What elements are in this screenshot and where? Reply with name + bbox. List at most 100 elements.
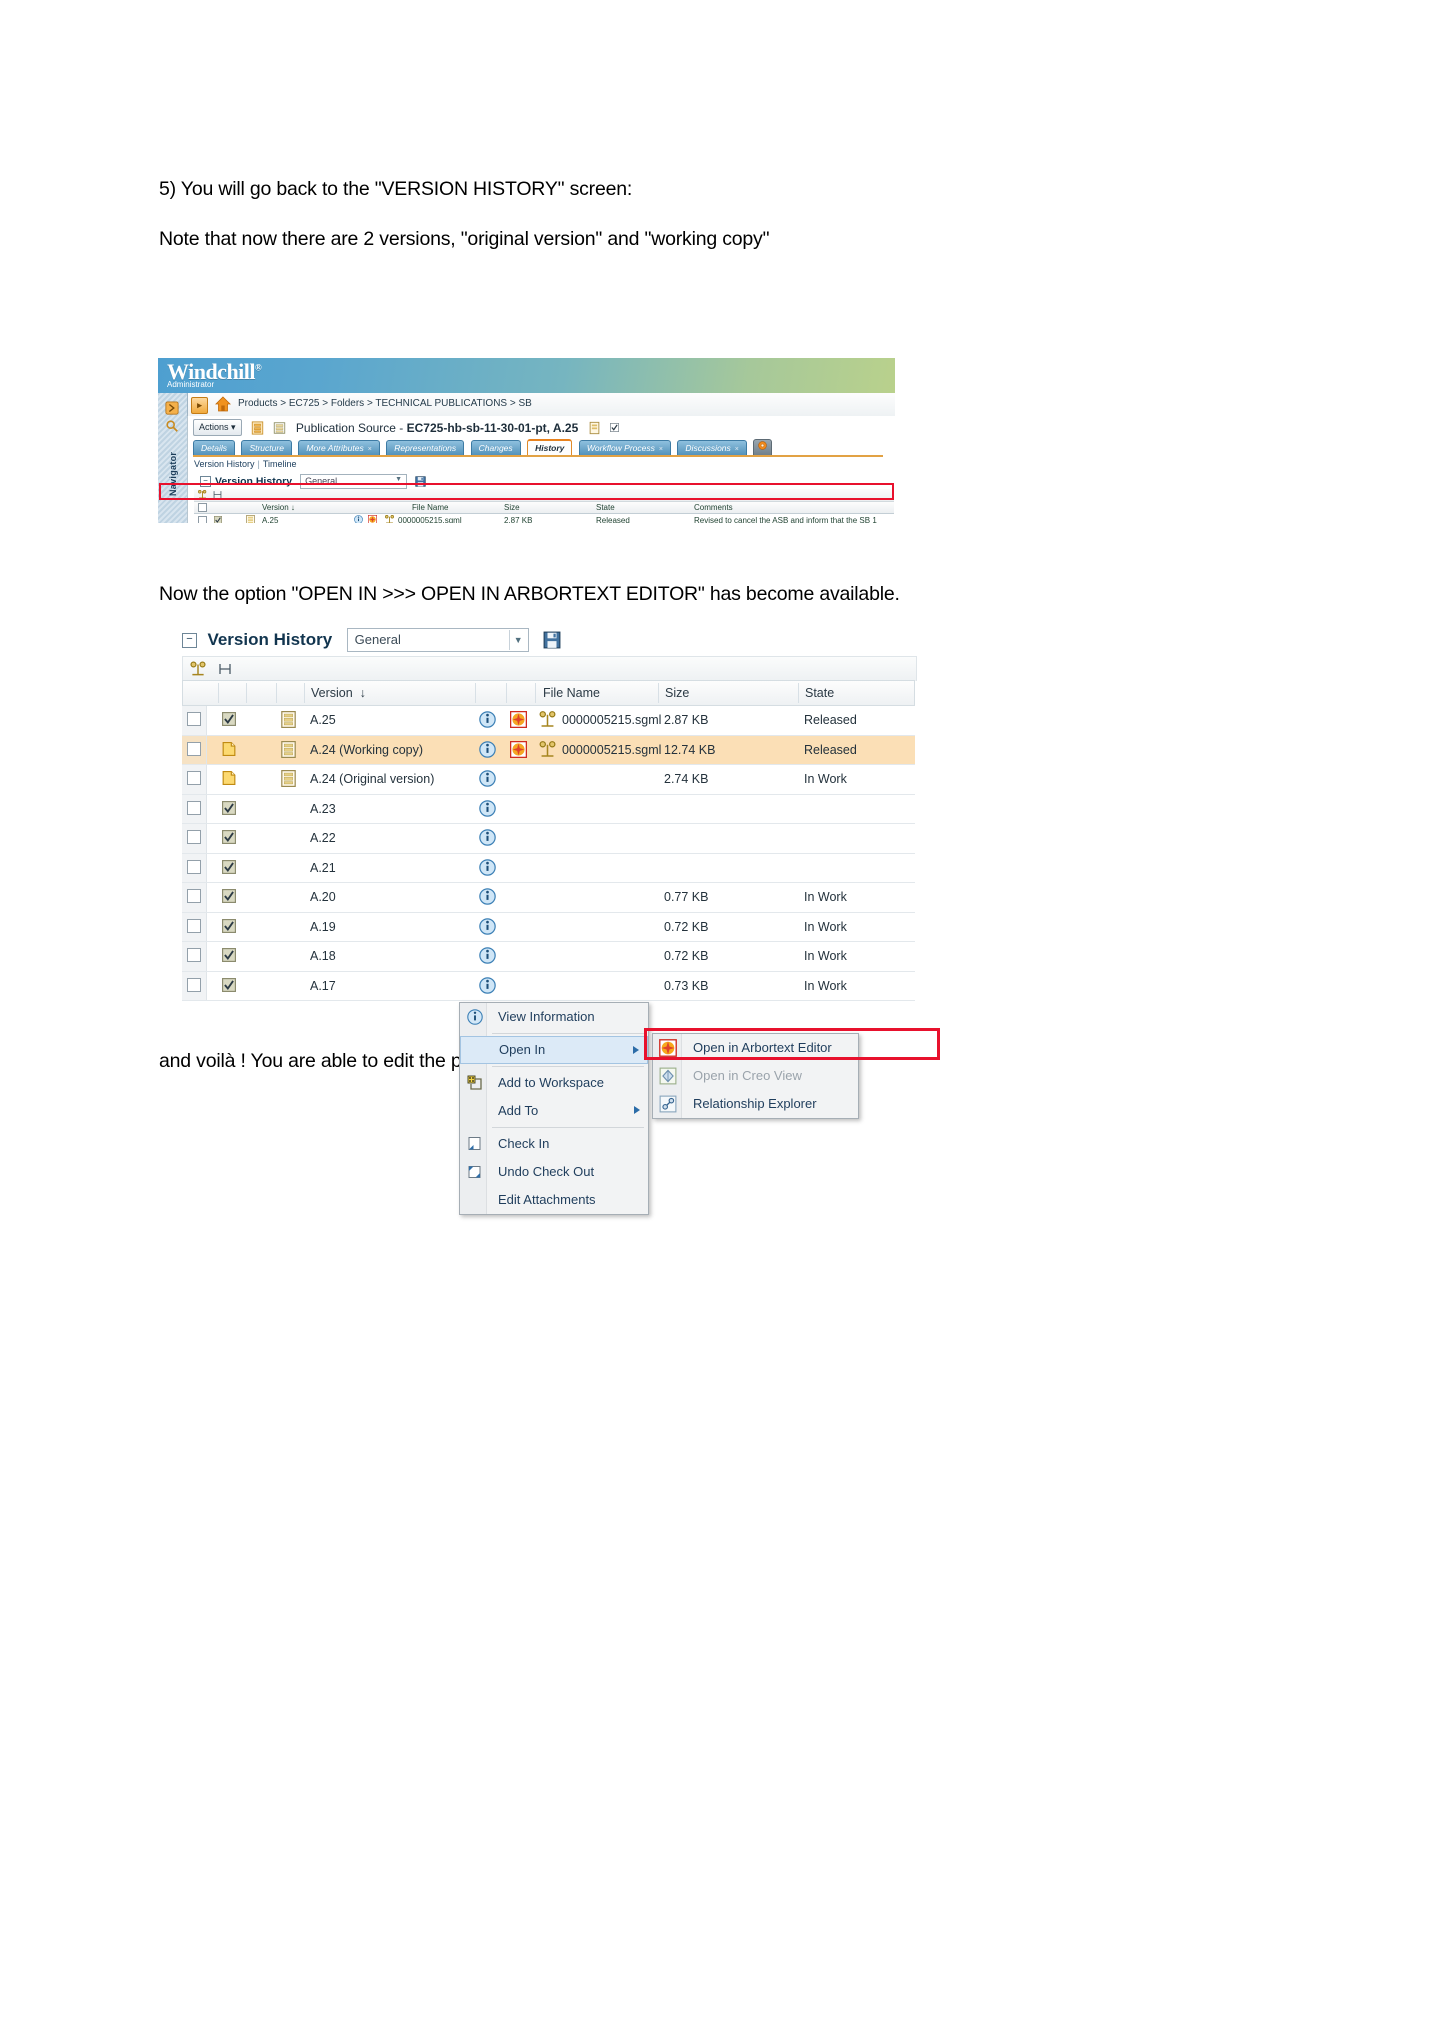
row-checkbox[interactable]: [187, 859, 201, 874]
arbortext-icon[interactable]: [509, 710, 528, 729]
table-row[interactable]: A.23: [182, 794, 915, 824]
actions-menu-button[interactable]: Actions ▾: [193, 419, 242, 437]
history-subtabs: Version History | Timeline: [194, 459, 297, 469]
column-header-size[interactable]: Size: [665, 686, 689, 700]
cell-size: 0.77 KB: [664, 890, 709, 904]
arbortext-icon[interactable]: [368, 515, 377, 523]
context-menu: View Information Open In Add to Workspac…: [459, 1002, 649, 1215]
select-all-checkbox[interactable]: [198, 503, 207, 512]
navigator-rail[interactable]: Navigator: [158, 393, 188, 523]
context-menu-item-add-to[interactable]: Add To: [460, 1097, 648, 1125]
table-row[interactable]: A.18 0.72 KB In Work: [182, 942, 915, 972]
context-menu-item-check-in[interactable]: Check In: [460, 1130, 648, 1158]
version-history-panel-header: − Version History General ▼: [182, 628, 561, 652]
tab-close-icon[interactable]: ×: [368, 446, 372, 453]
submenu-item-relationship-explorer[interactable]: Relationship Explorer: [653, 1090, 858, 1118]
row-checkbox[interactable]: [198, 516, 207, 523]
cell-size: 2.87 KB: [664, 713, 709, 727]
row-checkbox[interactable]: [187, 889, 201, 903]
cell-comments: Revised to cancel the ASB and inform tha…: [694, 516, 877, 523]
cell-state: Released: [804, 713, 857, 727]
cell-state: Released: [596, 516, 630, 523]
breadcrumb[interactable]: Products > EC725 > Folders > TECHNICAL P…: [238, 398, 532, 409]
column-header-version[interactable]: Version ↓: [311, 686, 366, 700]
document-list-icon: [274, 422, 286, 434]
tab-close-icon[interactable]: ×: [659, 446, 663, 453]
collapse-panel-icon[interactable]: [165, 401, 179, 415]
row-checkbox[interactable]: [187, 741, 201, 756]
attachment-doc-icon: [589, 421, 600, 434]
column-header-file-name[interactable]: File Name: [412, 503, 448, 512]
compare-icon[interactable]: [538, 740, 557, 759]
compare-icon[interactable]: [384, 514, 395, 523]
table-row[interactable]: A.20 0.77 KB In Work: [182, 883, 915, 913]
row-checkbox[interactable]: [187, 771, 201, 785]
info-icon[interactable]: [479, 888, 496, 905]
collapse-icon[interactable]: −: [182, 632, 197, 648]
cell-version: A.17: [310, 978, 336, 993]
home-icon[interactable]: [215, 396, 231, 412]
cell-file-name[interactable]: 0000005215.sgml: [398, 516, 462, 523]
table-row[interactable]: A.24 (Original version) 2.74 KB In Work: [182, 765, 915, 795]
row-checkbox[interactable]: [187, 830, 201, 844]
screenshot-windchill-version-history: Windchill® Administrator Navigator ▸ Pro…: [158, 358, 895, 523]
context-menu-item-undo-check-out[interactable]: Undo Check Out: [460, 1158, 648, 1186]
subtab-timeline[interactable]: Timeline: [263, 459, 297, 469]
info-icon[interactable]: [479, 770, 496, 787]
object-action-bar: Actions ▾ Publication Source - EC725-hb-…: [193, 419, 620, 437]
row-checkbox[interactable]: [187, 800, 201, 815]
column-header-size[interactable]: Size: [504, 503, 520, 512]
compare-versions-icon[interactable]: [189, 660, 207, 678]
table-header-row: Version ↓ File Name Size State: [182, 680, 915, 706]
subtab-version-history[interactable]: Version History: [194, 459, 255, 469]
table-row[interactable]: A.19 0.72 KB In Work: [182, 912, 915, 942]
column-header-state[interactable]: State: [596, 503, 615, 512]
column-header-comments[interactable]: Comments: [694, 503, 733, 512]
cell-file-name[interactable]: 0000005215.sgml: [562, 743, 661, 757]
expand-collapse-all-icon[interactable]: [217, 661, 233, 677]
context-menu-item-open-in[interactable]: Open In: [460, 1036, 648, 1064]
table-row[interactable]: A.21: [182, 853, 915, 883]
compare-icon[interactable]: [538, 710, 557, 729]
info-icon[interactable]: [479, 799, 496, 817]
table-row[interactable]: A.25 0000005215.sgml 2.87 KB Released Re…: [194, 514, 894, 523]
column-header-version[interactable]: Version ↓: [262, 503, 295, 512]
info-icon[interactable]: [354, 515, 363, 523]
tab-close-icon[interactable]: ×: [735, 446, 739, 453]
table-row[interactable]: A.24 (Working copy) 0000005215.sgml 12.7…: [182, 735, 915, 765]
paragraph-note-versions: Note that now there are 2 versions, "ori…: [159, 228, 770, 250]
row-checkbox[interactable]: [187, 918, 201, 933]
table-row[interactable]: A.25 0000005215.sgml 2.87 KB Released: [182, 706, 915, 736]
arbortext-icon[interactable]: [509, 740, 528, 758]
table-row[interactable]: A.22: [182, 824, 915, 854]
cell-file-name[interactable]: 0000005215.sgml: [562, 713, 661, 727]
search-icon[interactable]: [165, 419, 179, 433]
row-checkbox[interactable]: [187, 948, 201, 962]
expand-navigator-button[interactable]: ▸: [191, 397, 208, 414]
info-icon[interactable]: [479, 711, 496, 728]
checked-out-icon: [222, 771, 236, 785]
context-menu-item-add-to-workspace[interactable]: Add to Workspace: [460, 1069, 648, 1097]
info-icon[interactable]: [479, 917, 496, 935]
info-icon[interactable]: [479, 976, 496, 994]
table-row[interactable]: A.17 0.73 KB In Work: [182, 971, 915, 1001]
view-select[interactable]: General ▼: [346, 628, 529, 652]
info-icon[interactable]: [479, 947, 496, 964]
context-menu-item-edit-attachments[interactable]: Edit Attachments: [460, 1186, 648, 1214]
info-icon[interactable]: [479, 740, 496, 758]
info-icon[interactable]: [479, 858, 496, 876]
column-header-file-name[interactable]: File Name: [543, 686, 600, 700]
column-header-state[interactable]: State: [805, 686, 834, 700]
checked-in-icon: [222, 830, 236, 844]
add-to-workspace-icon: [467, 1075, 482, 1090]
row-checkbox[interactable]: [187, 712, 201, 726]
row-checkbox[interactable]: [187, 977, 201, 992]
document-icon: [281, 770, 296, 787]
info-icon[interactable]: [479, 829, 496, 846]
context-menu-item-view-information[interactable]: View Information: [460, 1003, 648, 1031]
save-icon[interactable]: [543, 631, 561, 649]
relationship-explorer-icon: [659, 1095, 677, 1113]
table-header-row: Version ↓ File Name Size State Comments: [194, 502, 894, 514]
cell-version: A.21: [310, 860, 336, 875]
sort-arrow-icon: ↓: [359, 686, 366, 700]
